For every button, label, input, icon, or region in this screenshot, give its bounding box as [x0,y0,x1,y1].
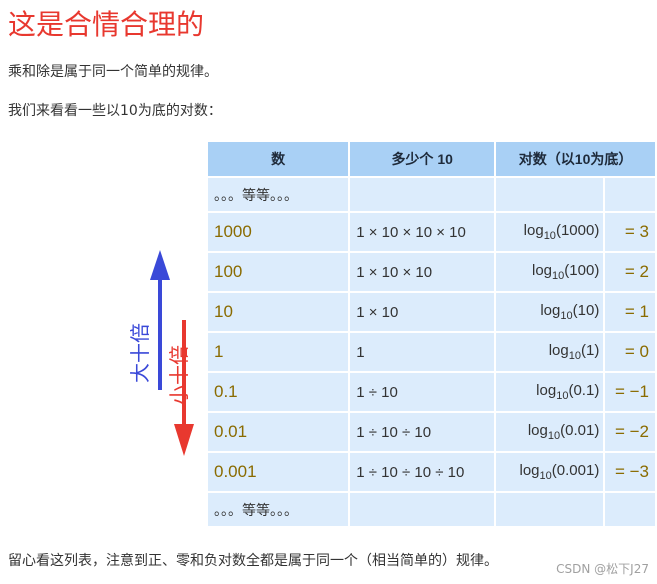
log-table: 数 多少个 10 对数（以10为底） 。。。等等。。。 1000 1 × 10 … [206,140,657,528]
log-cell: log10(1000) [496,213,604,251]
log-cell: log10(0.01) [496,413,604,451]
result-cell: = 0 [605,333,655,371]
lead-text: 我们来看看一些以10为底的对数： [8,103,222,119]
smaller-tenfold-label: 小十倍 [166,345,191,405]
table-row-etc-bottom: 。。。等等。。。 [208,493,655,526]
expr-cell: 1 ÷ 10 [350,373,495,411]
expr-cell: 1 [350,333,495,371]
footer-text: 留心看这列表，注意到正、零和负对数全都是属于同一个（相当简单的）规律。 [8,553,498,569]
result-cell: = 2 [605,253,655,291]
log-cell: log10(1) [496,333,604,371]
number-cell: 10 [208,293,349,331]
result-cell: = 1 [605,293,655,331]
expr-cell: 1 × 10 [350,293,495,331]
log-cell: log10(100) [496,253,604,291]
number-cell: 100 [208,253,349,291]
expr-cell: 1 × 10 × 10 [350,253,495,291]
table-row: 1 1 log10(1) = 0 [208,333,655,371]
number-cell: 0.1 [208,373,349,411]
page-heading: 这是合情合理的 [8,8,205,41]
number-cell: 0.01 [208,413,349,451]
table-row: 0.01 1 ÷ 10 ÷ 10 log10(0.01) = −2 [208,413,655,451]
log-cell: log10(0.1) [496,373,604,411]
etc-label: 。。。等等。。。 [208,493,349,526]
expr-cell: 1 ÷ 10 ÷ 10 ÷ 10 [350,453,495,491]
header-count: 多少个 10 [350,142,495,176]
header-number: 数 [208,142,349,176]
etc-label: 。。。等等。。。 [208,178,349,211]
table-row: 0.001 1 ÷ 10 ÷ 10 ÷ 10 log10(0.001) = −3 [208,453,655,491]
expr-cell: 1 ÷ 10 ÷ 10 [350,413,495,451]
result-cell: = −2 [605,413,655,451]
intro-text: 乘和除是属于同一个简单的规律。 [8,64,218,80]
table-row-etc-top: 。。。等等。。。 [208,178,655,211]
number-cell: 0.001 [208,453,349,491]
result-cell: = −1 [605,373,655,411]
log-cell: log10(0.001) [496,453,604,491]
watermark: CSDN @松下J27 [556,562,649,576]
table-row: 10 1 × 10 log10(10) = 1 [208,293,655,331]
number-cell: 1000 [208,213,349,251]
table-row: 1000 1 × 10 × 10 × 10 log10(1000) = 3 [208,213,655,251]
result-cell: = 3 [605,213,655,251]
expr-cell: 1 × 10 × 10 × 10 [350,213,495,251]
log-cell: log10(10) [496,293,604,331]
result-cell: = −3 [605,453,655,491]
header-log: 对数（以10为底） [496,142,655,176]
number-cell: 1 [208,333,349,371]
table-row: 0.1 1 ÷ 10 log10(0.1) = −1 [208,373,655,411]
table-row: 100 1 × 10 × 10 log10(100) = 2 [208,253,655,291]
